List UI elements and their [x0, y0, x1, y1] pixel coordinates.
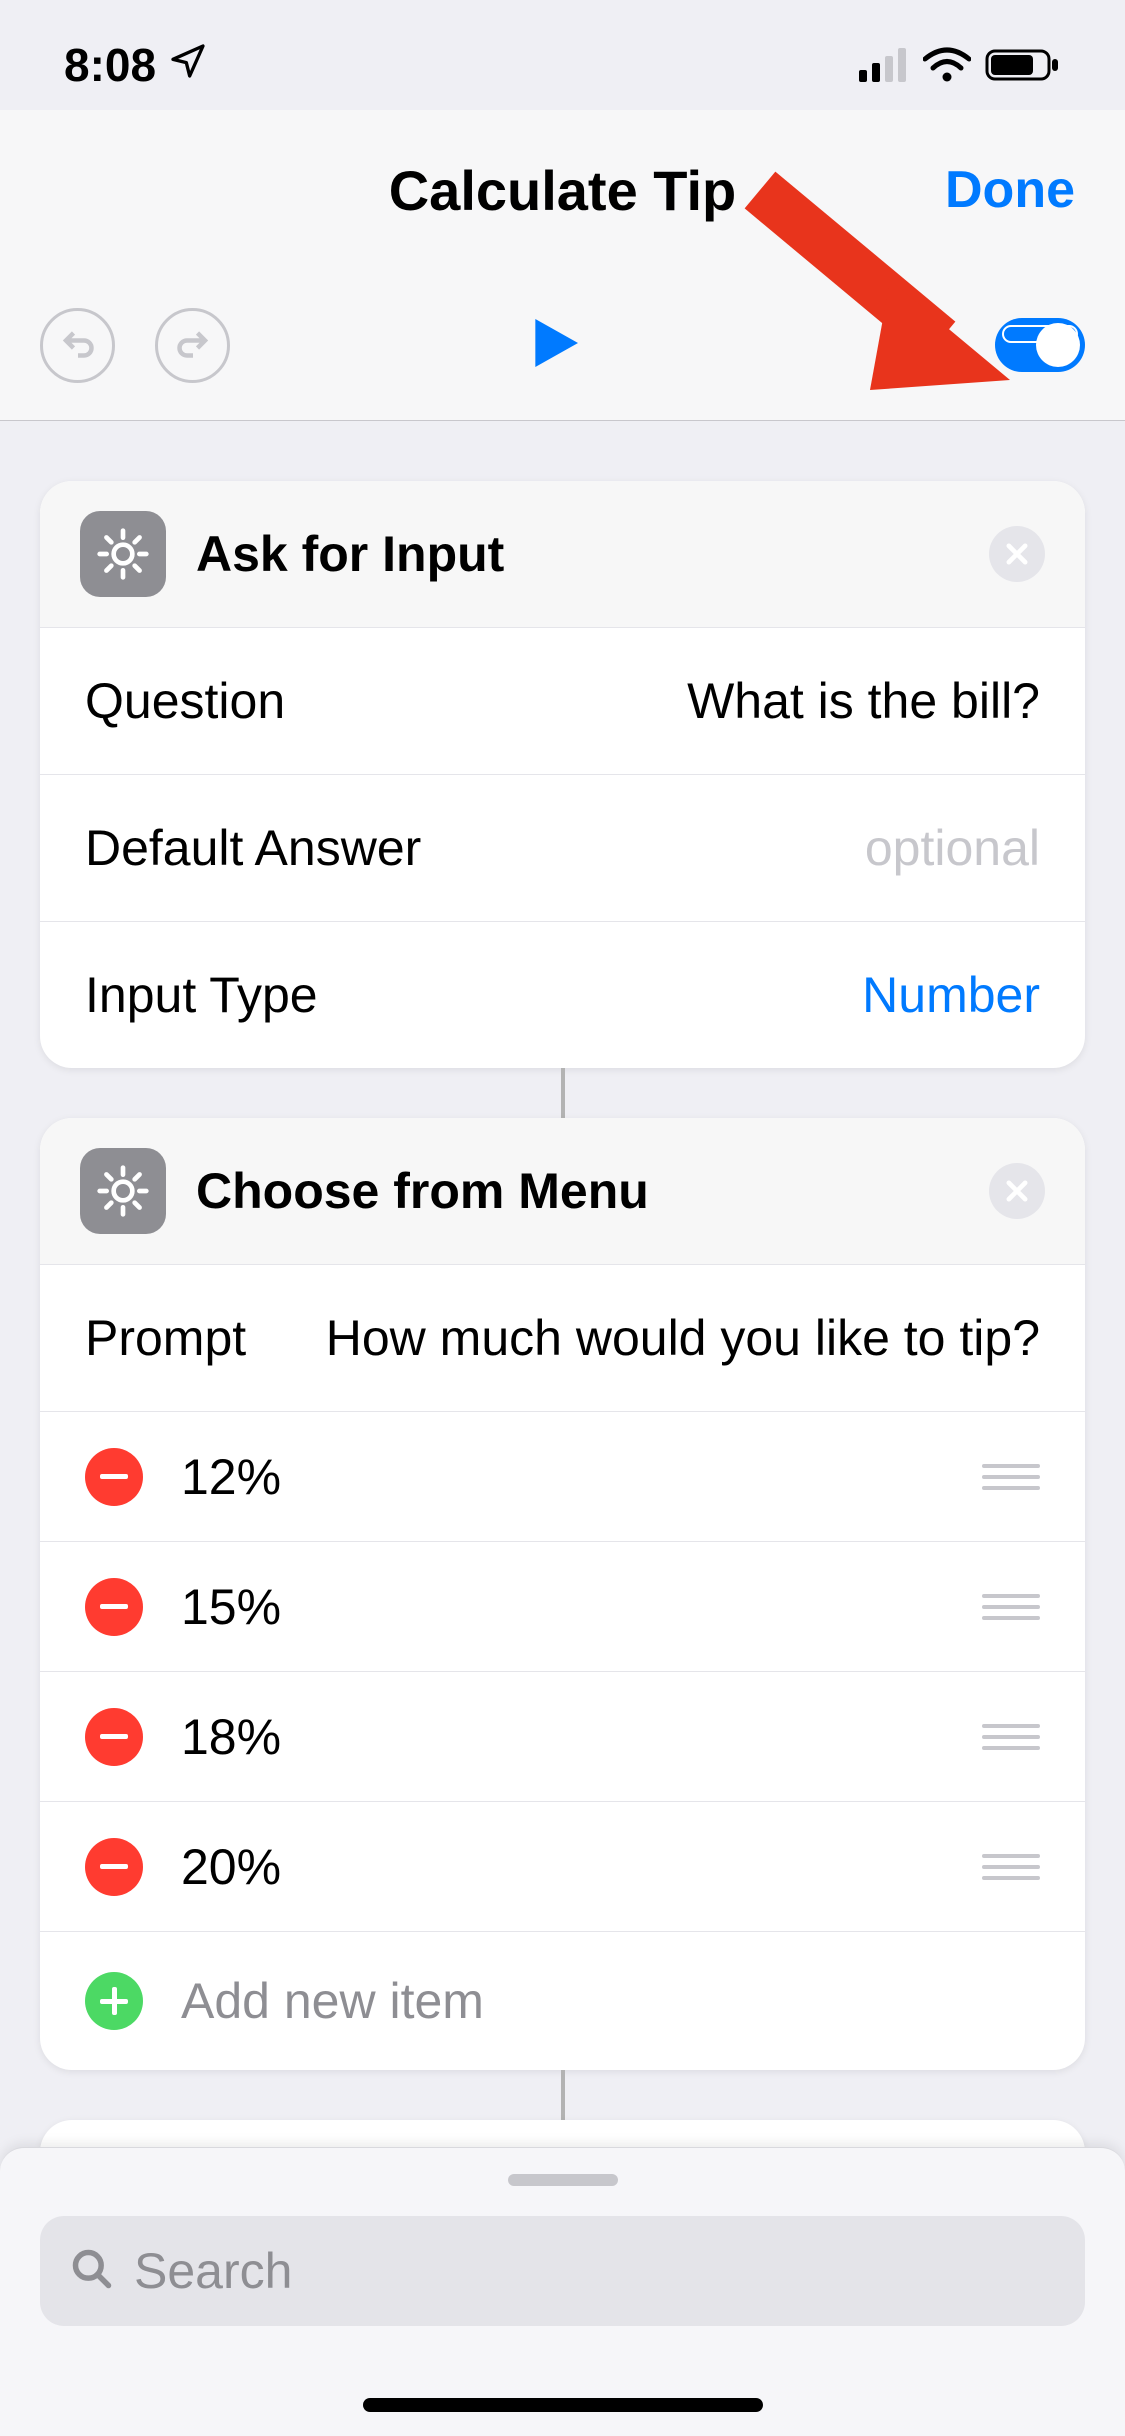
undo-button[interactable] — [40, 308, 115, 383]
action-title: Choose from Menu — [196, 1162, 959, 1220]
menu-item: 18% — [40, 1672, 1085, 1802]
param-label: Default Answer — [85, 819, 421, 877]
add-item-label: Add new item — [181, 1972, 484, 2030]
page-title: Calculate Tip — [389, 158, 737, 223]
search-input[interactable]: Search — [40, 2216, 1085, 2326]
menu-item-label[interactable]: 12% — [181, 1448, 944, 1506]
remove-item-button[interactable] — [85, 1708, 143, 1766]
remove-item-button[interactable] — [85, 1838, 143, 1896]
param-value: Number — [862, 966, 1040, 1024]
action-title: Ask for Input — [196, 525, 959, 583]
flow-connector — [561, 2070, 565, 2120]
menu-item: 15% — [40, 1542, 1085, 1672]
menu-item-label[interactable]: 18% — [181, 1708, 944, 1766]
search-panel[interactable]: Search — [0, 2147, 1125, 2436]
param-label: Input Type — [85, 966, 318, 1024]
drag-handle-icon[interactable] — [982, 1594, 1040, 1620]
flow-connector — [561, 1068, 565, 1118]
param-row-default-answer[interactable]: Default Answer optional — [40, 775, 1085, 922]
menu-item: 12% — [40, 1412, 1085, 1542]
status-bar: 8:08 — [0, 0, 1125, 110]
param-row-input-type[interactable]: Input Type Number — [40, 922, 1085, 1068]
menu-item: 20% — [40, 1802, 1085, 1932]
home-indicator[interactable] — [363, 2398, 763, 2412]
panel-grabber[interactable] — [508, 2174, 618, 2186]
wifi-icon — [923, 47, 971, 83]
gear-icon — [80, 511, 166, 597]
action-card-choose-menu: Choose from Menu Prompt How much would y… — [40, 1118, 1085, 2070]
param-value: How much would you like to tip? — [326, 1309, 1040, 1367]
battery-icon — [985, 47, 1061, 83]
search-icon — [70, 2247, 114, 2296]
menu-item-label[interactable]: 20% — [181, 1838, 944, 1896]
param-value: optional — [865, 819, 1040, 877]
menu-item-label[interactable]: 15% — [181, 1578, 944, 1636]
add-item-button[interactable] — [85, 1972, 143, 2030]
redo-button[interactable] — [155, 308, 230, 383]
gear-icon — [80, 1148, 166, 1234]
add-item-row[interactable]: Add new item — [40, 1932, 1085, 2070]
drag-handle-icon[interactable] — [982, 1724, 1040, 1750]
settings-toggle[interactable] — [995, 318, 1085, 372]
delete-action-button[interactable] — [989, 526, 1045, 582]
header: Calculate Tip Done — [0, 110, 1125, 421]
search-placeholder: Search — [134, 2242, 292, 2300]
run-button[interactable] — [522, 311, 586, 380]
param-value: What is the bill? — [687, 672, 1040, 730]
done-button[interactable]: Done — [945, 160, 1075, 220]
cellular-icon — [859, 48, 909, 82]
drag-handle-icon[interactable] — [982, 1464, 1040, 1490]
remove-item-button[interactable] — [85, 1448, 143, 1506]
drag-handle-icon[interactable] — [982, 1854, 1040, 1880]
param-row-prompt[interactable]: Prompt How much would you like to tip? — [40, 1265, 1085, 1412]
status-time: 8:08 — [64, 38, 156, 92]
param-row-question[interactable]: Question What is the bill? — [40, 628, 1085, 775]
delete-action-button[interactable] — [989, 1163, 1045, 1219]
param-label: Question — [85, 672, 285, 730]
param-label: Prompt — [85, 1309, 246, 1367]
remove-item-button[interactable] — [85, 1578, 143, 1636]
location-icon — [168, 38, 208, 92]
action-card-ask-input: Ask for Input Question What is the bill?… — [40, 481, 1085, 1068]
share-button[interactable] — [877, 308, 935, 383]
